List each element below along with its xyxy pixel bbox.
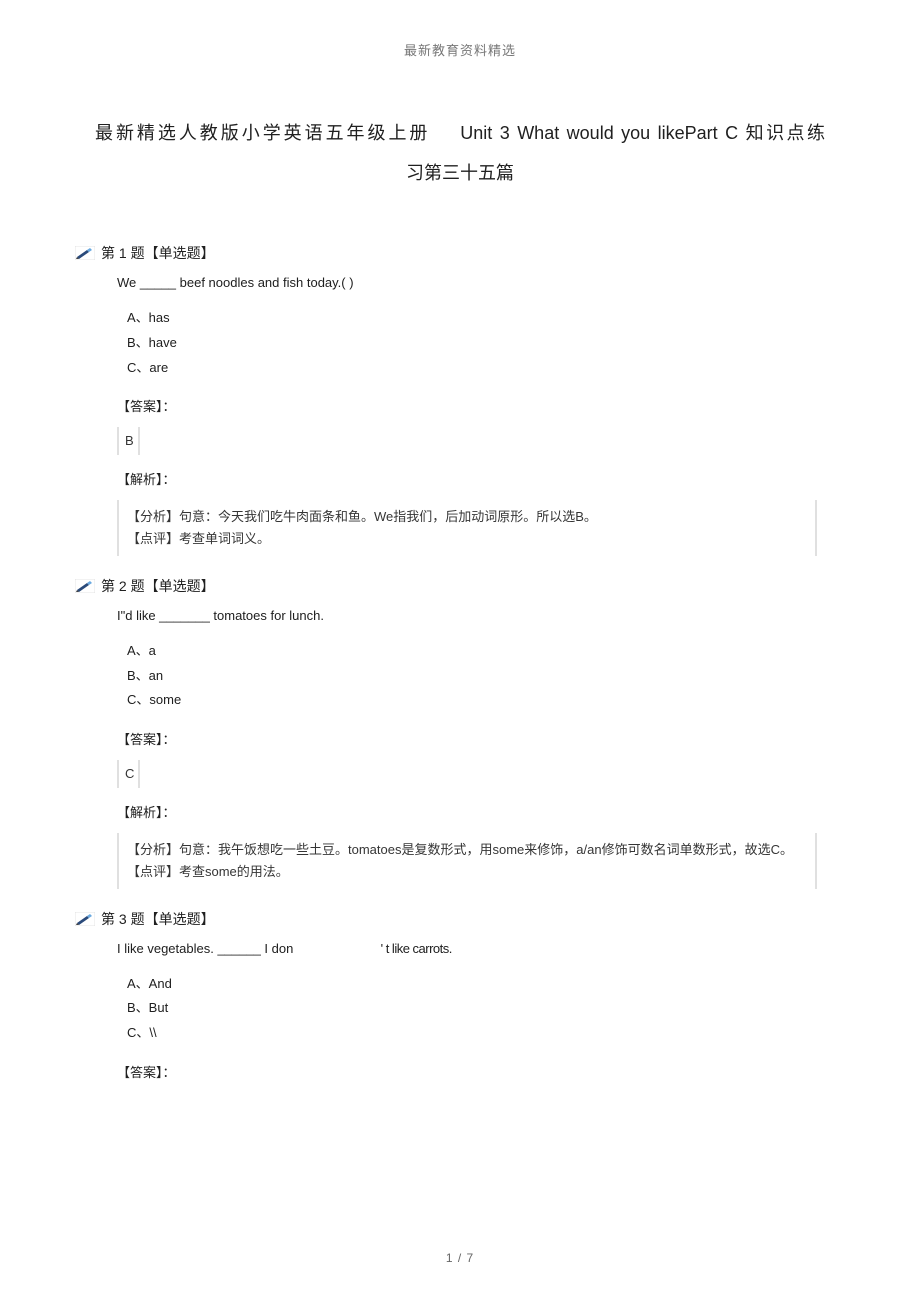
option-a: A、a — [127, 639, 845, 664]
analysis-body: 【分析】句意：我午饭想吃一些土豆。tomatoes是复数形式，用some来修饰，… — [117, 833, 817, 889]
option-c: C、are — [127, 356, 845, 381]
title-cn-prefix: 最新精选人教版小学英语五年级上册 — [95, 123, 430, 143]
answer-label: 【答案】： — [117, 1062, 845, 1081]
question-1-options: A、has B、have C、are — [127, 306, 845, 380]
pen-icon — [75, 912, 95, 926]
question-3-stem: I like vegetables. ______ I don ' t like… — [117, 941, 845, 956]
answer-label: 【答案】： — [117, 729, 845, 748]
question-1-header: 第 1 题【单选题】 — [75, 243, 845, 263]
question-3-label: 第 3 题【单选题】 — [101, 909, 215, 929]
option-a: A、has — [127, 306, 845, 331]
title-en: Unit 3 What would you likePart C — [460, 123, 738, 143]
answer-value: B — [117, 427, 140, 455]
option-c: C、\\ — [127, 1021, 845, 1046]
question-2-header: 第 2 题【单选题】 — [75, 576, 845, 596]
analysis-line-1: 【分析】句意：今天我们吃牛肉面条和鱼。We指我们，后加动词原形。所以选B。 — [127, 506, 807, 528]
title-line-1: 最新精选人教版小学英语五年级上册 Unit 3 What would you l… — [95, 114, 825, 154]
question-3-header: 第 3 题【单选题】 — [75, 909, 845, 929]
answer-label: 【答案】： — [117, 396, 845, 415]
stem-part-1: I like vegetables. ______ I don — [117, 941, 293, 956]
title-line-2: 习第三十五篇 — [95, 154, 825, 194]
analysis-line-1: 【分析】句意：我午饭想吃一些土豆。tomatoes是复数形式，用some来修饰，… — [127, 839, 807, 861]
page-number: 1 / 7 — [0, 1251, 920, 1265]
pen-icon — [75, 246, 95, 260]
page-header: 最新教育资料精选 — [75, 40, 845, 59]
option-b: B、But — [127, 996, 845, 1021]
analysis-body: 【分析】句意：今天我们吃牛肉面条和鱼。We指我们，后加动词原形。所以选B。 【点… — [117, 500, 817, 556]
question-1-stem: We _____ beef noodles and fish today.( ) — [117, 275, 845, 290]
answer-value: C — [117, 760, 140, 788]
analysis-label: 【解析】： — [117, 802, 845, 821]
option-b: B、an — [127, 664, 845, 689]
option-b: B、have — [127, 331, 845, 356]
title-cn-suffix: 知识点练 — [746, 123, 825, 143]
option-c: C、some — [127, 688, 845, 713]
option-a: A、And — [127, 972, 845, 997]
question-2-label: 第 2 题【单选题】 — [101, 576, 215, 596]
pen-icon — [75, 579, 95, 593]
analysis-label: 【解析】： — [117, 469, 845, 488]
question-2-options: A、a B、an C、some — [127, 639, 845, 713]
page-container: 最新教育资料精选 最新精选人教版小学英语五年级上册 Unit 3 What wo… — [0, 0, 920, 1303]
question-3-options: A、And B、But C、\\ — [127, 972, 845, 1046]
analysis-line-2: 【点评】考查some的用法。 — [127, 861, 807, 883]
stem-part-2: ' t like carrots. — [381, 941, 452, 956]
document-title: 最新精选人教版小学英语五年级上册 Unit 3 What would you l… — [95, 114, 825, 193]
question-2-stem: I"d like _______ tomatoes for lunch. — [117, 608, 845, 623]
question-1-label: 第 1 题【单选题】 — [101, 243, 215, 263]
analysis-line-2: 【点评】考查单词词义。 — [127, 528, 807, 550]
